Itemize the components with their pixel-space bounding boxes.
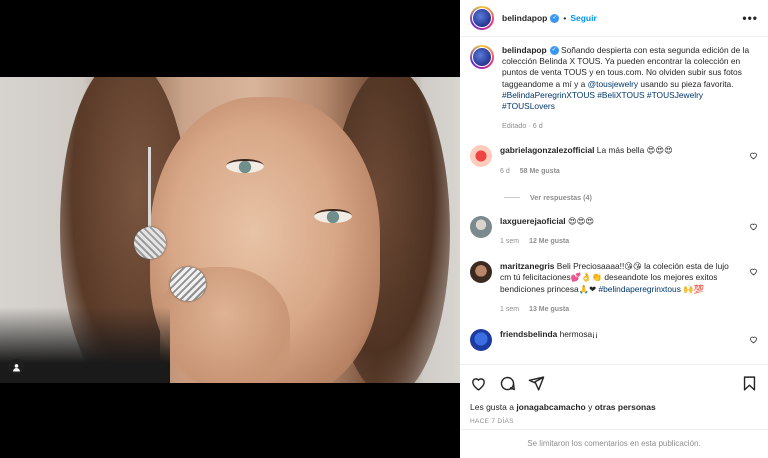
comment-time: 1 sem xyxy=(500,238,520,246)
hashtags-link[interactable]: #BelindaPeregrinXTOUS #BeliXTOUS #TOUSJe… xyxy=(502,90,703,111)
ring xyxy=(170,267,206,301)
comment: gabrielagonzalezofficial La más bella 😍😍… xyxy=(470,145,758,176)
save-icon[interactable] xyxy=(741,375,758,392)
comment-tail: 🙌💯 xyxy=(680,283,705,294)
more-icon[interactable]: ••• xyxy=(742,11,758,25)
comment: maritzanegris Beli Preciosaaaa!!😘😘 la co… xyxy=(470,261,758,315)
avatar[interactable] xyxy=(470,215,492,238)
comments-list[interactable]: belindapop ✓ Soñando despierta con esta s… xyxy=(460,37,768,364)
post-header: belindapop ✓ • Seguir ••• xyxy=(460,0,768,37)
comment-username[interactable]: maritzanegris xyxy=(500,261,554,271)
comment-time: 6 d xyxy=(500,167,510,175)
caption-username[interactable]: belindapop xyxy=(502,45,547,55)
likes-others-link[interactable]: otras personas xyxy=(595,402,656,412)
comment: friendsbelinda hermosa¡¡ xyxy=(470,329,758,352)
comment-username[interactable]: friendsbelinda xyxy=(500,329,557,339)
avatar[interactable] xyxy=(470,145,492,168)
comment-text: 😍😍😍 xyxy=(565,215,595,226)
post-side-panel: belindapop ✓ • Seguir ••• belindapop ✓ So… xyxy=(460,0,768,458)
verified-icon: ✓ xyxy=(549,46,559,56)
mention-link[interactable]: @tousjewelry xyxy=(588,79,638,89)
heart-icon[interactable] xyxy=(749,335,758,344)
dot-separator: • xyxy=(563,13,567,23)
liker-username[interactable]: jonagabcamacho xyxy=(516,402,585,412)
heart-icon[interactable] xyxy=(470,375,487,392)
heart-icon[interactable] xyxy=(749,151,758,160)
user-tag-icon[interactable] xyxy=(8,359,24,375)
comment-username[interactable]: gabrielagonzalezofficial xyxy=(500,145,594,155)
avatar[interactable] xyxy=(470,329,492,352)
heart-icon[interactable] xyxy=(749,222,758,231)
hashtag-link[interactable]: #belindaperegrinxtous xyxy=(598,284,680,294)
verified-icon: ✓ xyxy=(550,13,560,23)
post-photo[interactable] xyxy=(0,77,460,383)
follow-button[interactable]: Seguir xyxy=(570,13,596,23)
heart-icon[interactable] xyxy=(749,267,758,276)
post-timestamp: HACE 7 DÍAS xyxy=(470,418,514,425)
post-media-panel xyxy=(0,0,460,458)
comment-text: La más bella 😍😍😍 xyxy=(594,145,673,156)
comment-likes[interactable]: 13 Me gusta xyxy=(529,306,569,313)
header-username[interactable]: belindapop xyxy=(502,13,547,23)
caption-text-2: usando su pieza favorita. xyxy=(638,78,734,89)
comment-icon[interactable] xyxy=(499,375,516,392)
comments-disabled-notice: Se limitaron los comentarios en esta pub… xyxy=(460,429,768,458)
comment: laxguerejaoficial 😍😍😍 1 sem 12 Me gusta xyxy=(470,215,758,247)
comment-username[interactable]: laxguerejaoficial xyxy=(500,216,566,226)
comment-likes[interactable]: 58 Me gusta xyxy=(520,168,560,175)
earring xyxy=(134,227,166,259)
likes-summary: Les gusta a jonagabcamacho y otras perso… xyxy=(470,402,656,412)
avatar[interactable] xyxy=(470,6,494,30)
caption: belindapop ✓ Soñando despierta con esta s… xyxy=(470,45,758,131)
avatar[interactable] xyxy=(470,45,494,69)
comment-time: 1 sem xyxy=(500,305,520,313)
avatar[interactable] xyxy=(470,261,492,284)
view-replies-button[interactable]: Ver respuestas (4) xyxy=(504,193,758,202)
caption-meta: Editado · 6 d xyxy=(502,121,543,131)
comment-likes[interactable]: 12 Me gusta xyxy=(529,238,569,245)
share-icon[interactable] xyxy=(528,375,545,392)
comment-text: hermosa¡¡ xyxy=(557,329,598,340)
action-bar: Les gusta a jonagabcamacho y otras perso… xyxy=(460,364,768,425)
